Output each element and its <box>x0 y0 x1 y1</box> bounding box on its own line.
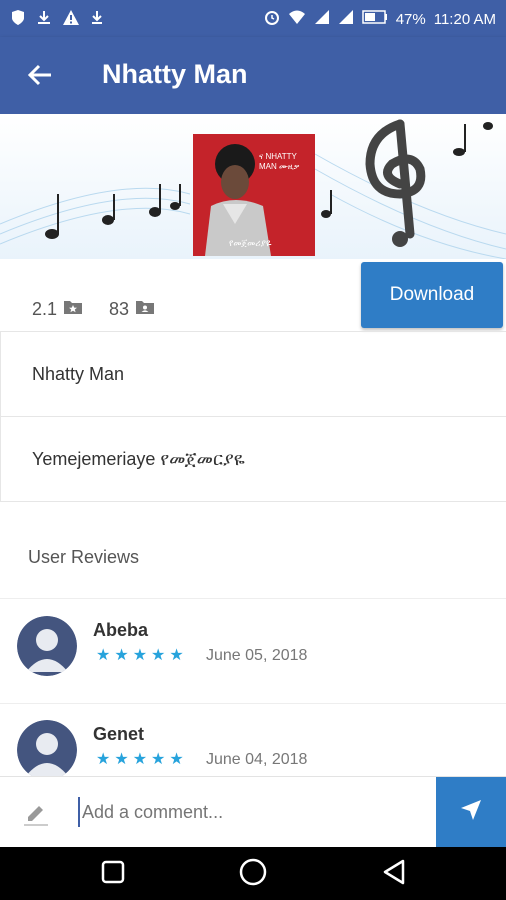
cover-text-bottom: የመጀመሪያዬ <box>229 238 272 248</box>
app-bar: Nhatty Man <box>0 37 506 114</box>
album-cover-image: ና NHATTY MAN ሙዚቃ የመጀመሪያዬ <box>193 134 315 256</box>
signal-icon <box>338 9 354 29</box>
arrow-left-icon <box>27 62 53 93</box>
album-name: Yemejemeriaye የመጀመርያዬ <box>32 449 245 469</box>
back-nav-button[interactable] <box>378 858 410 890</box>
clock: 11:20 AM <box>433 10 496 28</box>
download-count: 83 <box>109 299 130 319</box>
comment-input[interactable] <box>78 797 427 827</box>
album-meta: 2.1 83 Download <box>0 259 506 331</box>
warning-icon <box>62 9 80 30</box>
album-info: Nhatty Man Yemejemeriaye የመጀመርያዬ <box>0 331 506 502</box>
home-button[interactable] <box>237 858 269 890</box>
wifi-icon <box>288 9 306 29</box>
send-icon <box>460 799 482 826</box>
divider <box>0 703 506 704</box>
battery-percent: 47% <box>395 10 426 28</box>
status-bar: 47% 11:20 AM <box>0 0 506 37</box>
avatar <box>17 720 77 780</box>
rating-stars: ★★★★★ <box>96 647 188 664</box>
battery-icon <box>361 10 388 28</box>
page-title: Nhatty Man <box>102 59 248 89</box>
square-icon <box>101 860 125 889</box>
download-button[interactable]: Download <box>361 262 503 328</box>
shield-icon <box>10 9 26 30</box>
triangle-back-icon <box>382 859 406 890</box>
back-button[interactable] <box>22 59 58 95</box>
star-folder-icon <box>63 299 83 320</box>
album-stats: 2.1 83 <box>32 299 155 320</box>
avatar <box>17 616 77 676</box>
cover-text-top: ና NHATTY MAN ሙዚቃ <box>259 152 300 171</box>
reviewer-name: Genet <box>93 724 145 744</box>
alarm-icon <box>264 9 280 29</box>
signal-icon <box>314 9 330 29</box>
reviews-heading: User Reviews <box>28 547 140 567</box>
circle-icon <box>239 858 267 891</box>
reviewer-name: Abeba <box>93 620 149 640</box>
divider <box>0 598 506 599</box>
send-button[interactable] <box>436 777 506 848</box>
download-icon <box>90 9 104 30</box>
shared-folder-icon <box>135 299 155 320</box>
navigation-bar <box>0 847 506 900</box>
download-complete-icon <box>36 9 52 30</box>
review-date: June 04, 2018 <box>206 751 308 768</box>
status-icons-right: 47% 11:20 AM <box>264 9 496 29</box>
status-icons-left <box>10 9 104 30</box>
recents-button[interactable] <box>97 858 129 890</box>
pencil-icon <box>22 799 50 827</box>
rating-value: 2.1 <box>32 299 58 319</box>
comment-bar <box>0 776 506 848</box>
review-item: Abeba ★★★★★ June 05, 2018 <box>0 603 506 707</box>
review-date: June 05, 2018 <box>206 647 308 664</box>
rating-stars: ★★★★★ <box>96 751 188 768</box>
artist-name: Nhatty Man <box>1 332 506 417</box>
album-banner: ና NHATTY MAN ሙዚቃ የመጀመሪያዬ <box>0 114 506 259</box>
